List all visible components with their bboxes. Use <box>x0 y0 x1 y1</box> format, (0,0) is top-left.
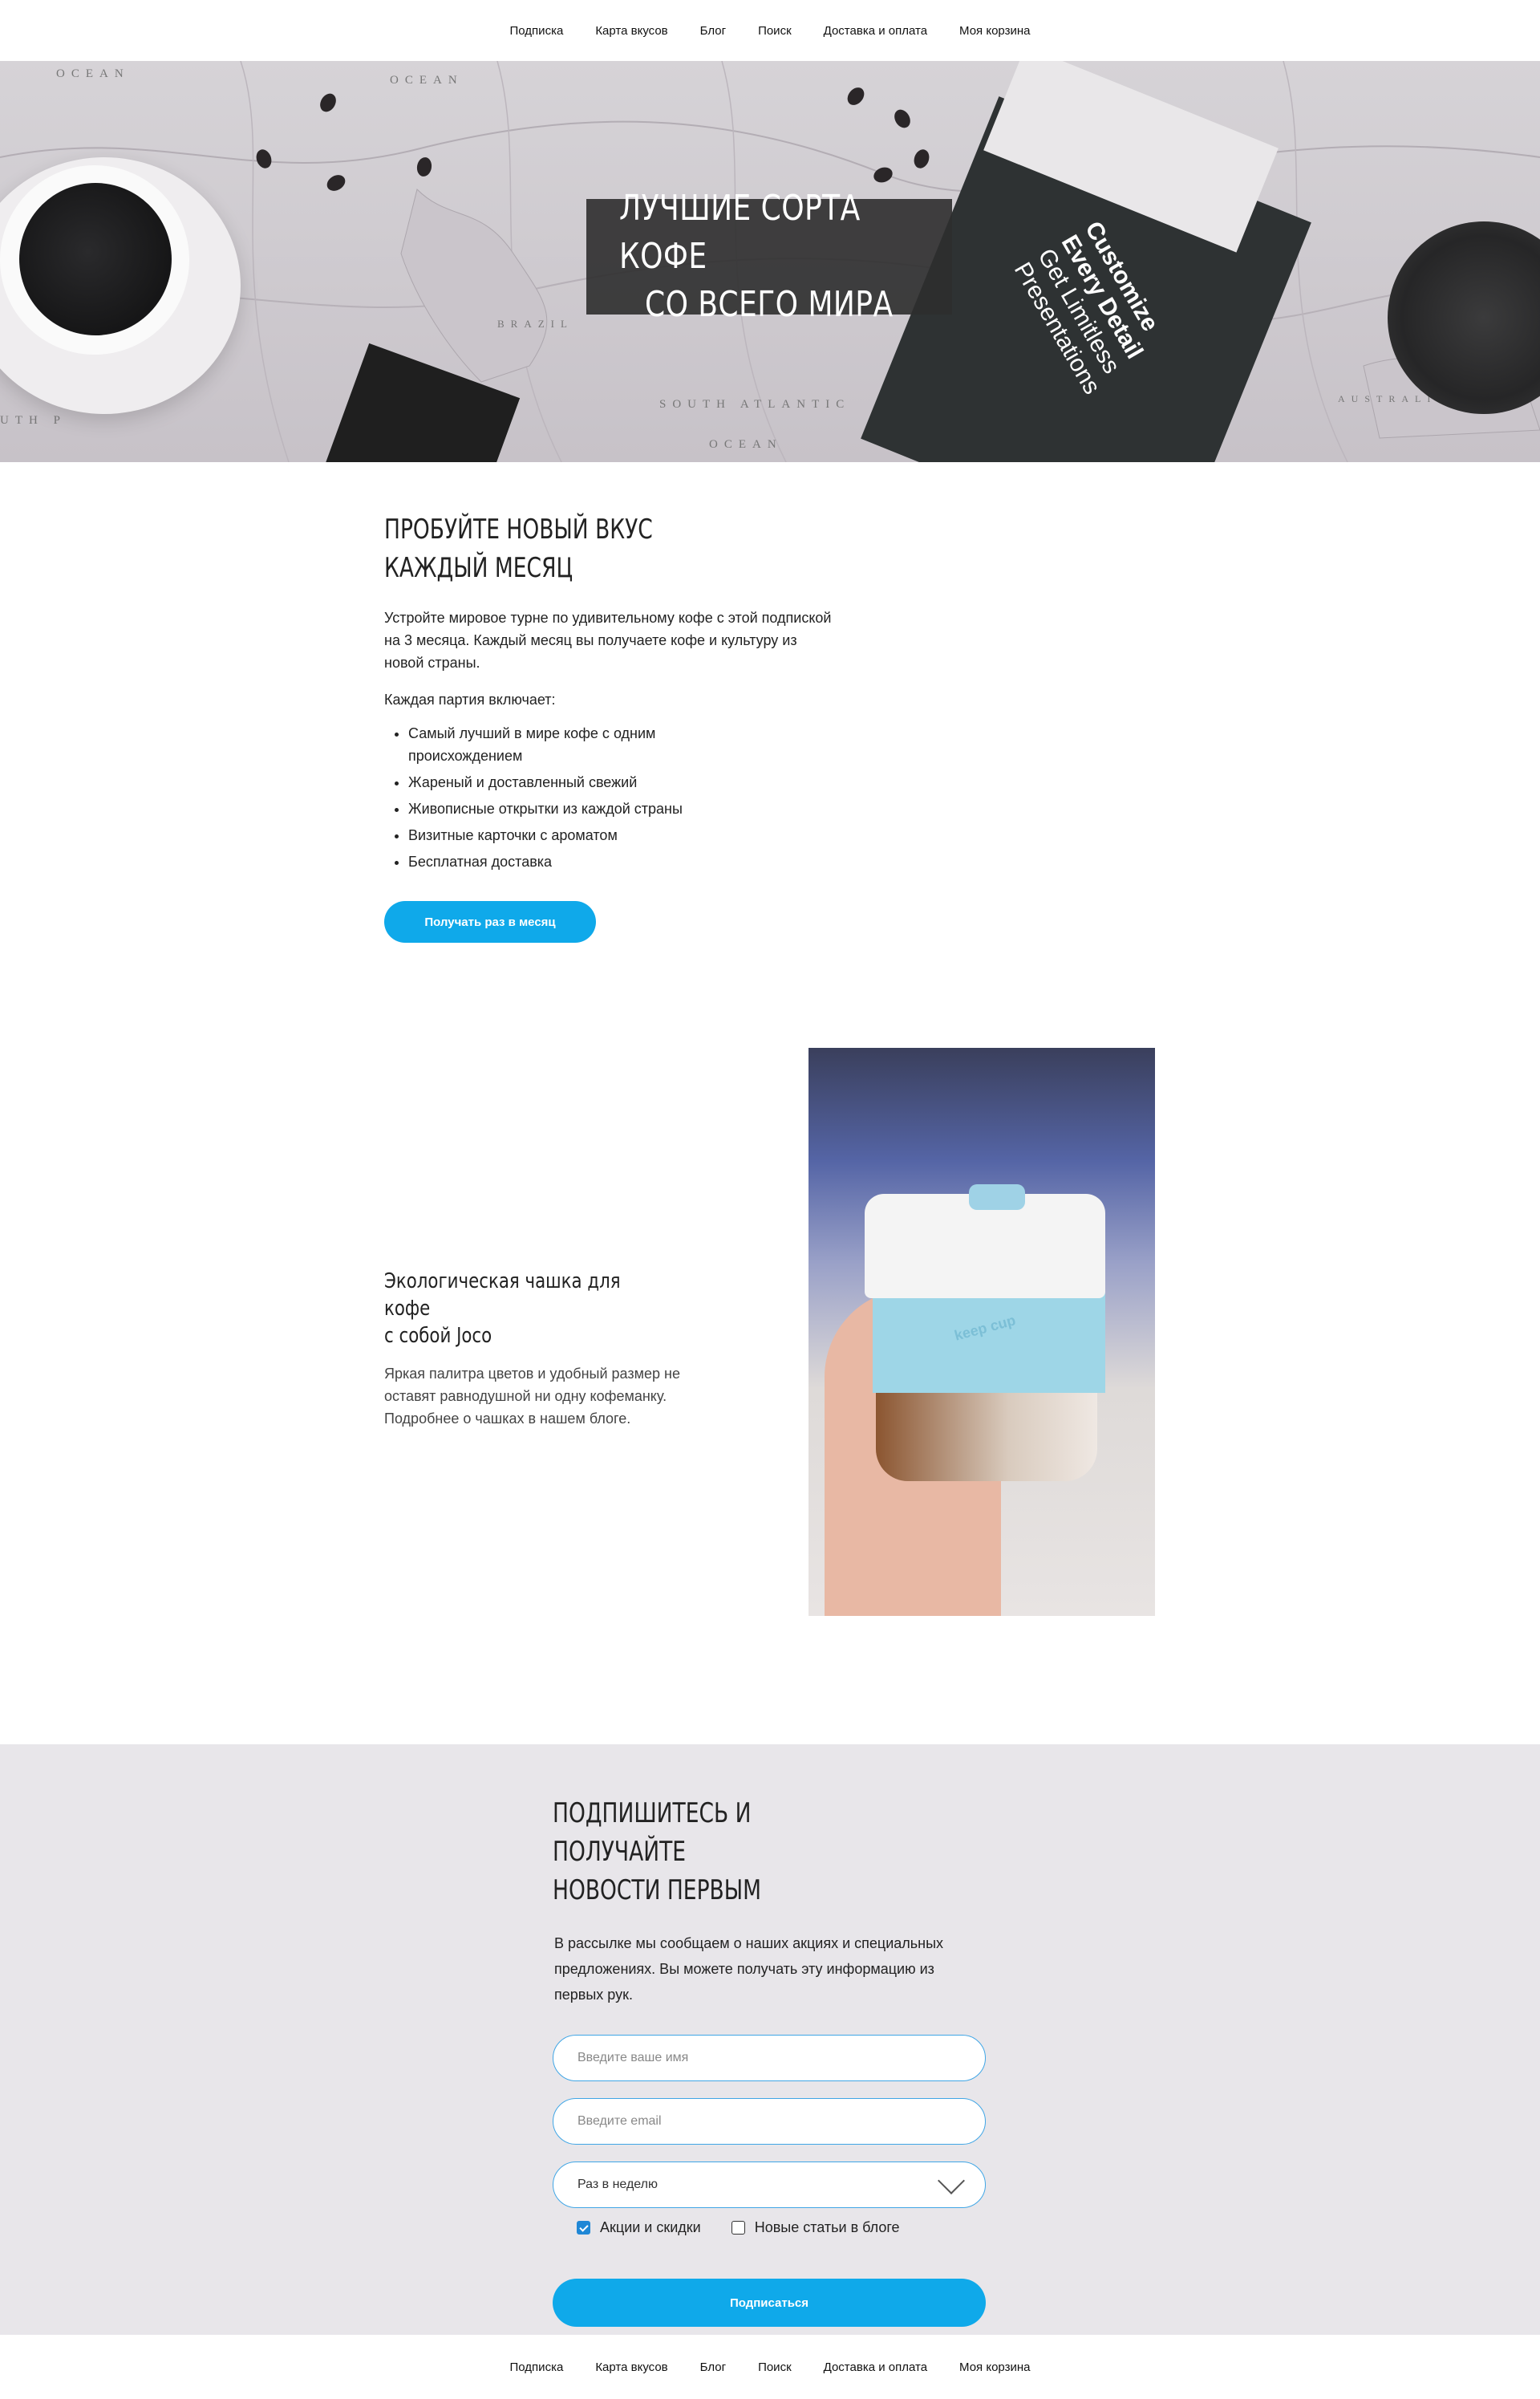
footer-link-search[interactable]: Поиск <box>758 2360 792 2374</box>
eco-title-line1: Экологическая чашка для кофе <box>384 1269 621 1321</box>
cup-body <box>876 1385 1097 1481</box>
map-label-south-pacific: UTH P <box>0 414 67 427</box>
cup-lid-button <box>969 1184 1025 1210</box>
promo-includes-label: Каждая партия включает: <box>384 692 556 708</box>
cup-sleeve <box>873 1289 1105 1393</box>
frequency-select-value: Раз в неделю <box>578 2178 659 2191</box>
eco-cup-section: Экологическая чашка для кофе с собой Joc… <box>384 1268 721 1430</box>
footer-link-cart[interactable]: Моя корзина <box>959 2360 1030 2374</box>
eco-title-line2: с собой Joco <box>384 1324 492 1348</box>
promo-checkbox-label: Акции и скидки <box>600 2219 701 2235</box>
newsletter-title-line2: НОВОСТИ ПЕРВЫМ <box>553 1874 762 1906</box>
newsletter-section: ПОДПИШИТЕСЬ И ПОЛУЧАЙТЕ НОВОСТИ ПЕРВЫМ В… <box>0 1744 1540 2335</box>
blog-checkbox-label: Новые статьи в блоге <box>754 2219 900 2235</box>
footer-link-taste-map[interactable]: Карта вкусов <box>595 2360 667 2374</box>
name-input[interactable]: Введите ваше имя <box>553 2035 986 2081</box>
hero-title-line2: СО ВСЕГО МИРА <box>645 284 894 325</box>
list-item: Живописные открытки из каждой страны <box>408 798 833 820</box>
footer-link-subscription[interactable]: Подписка <box>510 2360 564 2374</box>
map-label-ocean-1: OCEAN <box>56 67 130 80</box>
list-item: Бесплатная доставка <box>408 850 833 873</box>
nav-link-search[interactable]: Поиск <box>758 24 792 38</box>
checkbox-checked-icon[interactable] <box>577 2221 590 2235</box>
footer-link-delivery[interactable]: Доставка и оплата <box>824 2360 927 2374</box>
map-label-south-atlantic: SOUTH ATLANTIC <box>659 398 851 411</box>
newsletter-checkboxes: Акции и скидки Новые статьи в блоге <box>577 2219 900 2236</box>
list-item: Самый лучший в мире кофе с одним происхо… <box>408 722 713 767</box>
frequency-select[interactable]: Раз в неделю <box>553 2162 986 2208</box>
list-item: Жареный и доставленный свежий <box>408 771 833 794</box>
footer-nav: Подписка Карта вкусов Блог Поиск Доставк… <box>0 2335 1540 2399</box>
subscribe-monthly-button[interactable]: Получать раз в месяц <box>384 901 596 943</box>
blog-checkbox[interactable]: Новые статьи в блоге <box>731 2219 900 2236</box>
footer-link-blog[interactable]: Блог <box>700 2360 726 2374</box>
hero-title-line1: ЛУЧШИЕ СОРТА КОФЕ <box>619 188 861 277</box>
hero-banner: OCEAN OCEAN BRAZIL SOUTH ATLANTIC OCEAN … <box>0 61 1540 462</box>
list-item: Визитные карточки с ароматом <box>408 824 833 846</box>
newsletter-description: В рассылке мы сообщаем о наших акциях и … <box>554 1935 944 2003</box>
map-label-brazil: BRAZIL <box>497 318 573 330</box>
hero-title-box: ЛУЧШИЕ СОРТА КОФЕ СО ВСЕГО МИРА <box>586 188 952 325</box>
keep-cup-image: keep cup <box>808 1048 1155 1616</box>
promo-title-line1: ПРОБУЙТЕ НОВЫЙ ВКУС <box>384 513 653 546</box>
newsletter-form: ПОДПИШИТЕСЬ И ПОЛУЧАЙТЕ НОВОСТИ ПЕРВЫМ В… <box>553 1794 986 2327</box>
chevron-down-icon <box>938 2167 965 2194</box>
nav-link-delivery[interactable]: Доставка и оплата <box>824 24 927 38</box>
map-label-ocean-2: OCEAN <box>390 74 464 87</box>
map-label-ocean-3: OCEAN <box>709 438 783 451</box>
main-nav: Подписка Карта вкусов Блог Поиск Доставк… <box>0 0 1540 61</box>
eco-description: Яркая палитра цветов и удобный размер не… <box>384 1366 680 1427</box>
nav-link-subscription[interactable]: Подписка <box>510 24 564 38</box>
checkbox-unchecked-icon[interactable] <box>731 2221 745 2235</box>
email-input[interactable]: Введите email <box>553 2098 986 2145</box>
coffee-surface <box>19 183 172 335</box>
promo-title-line2: КАЖДЫЙ МЕСЯЦ <box>384 552 573 584</box>
subscribe-button[interactable]: Подписаться <box>553 2279 986 2327</box>
subscription-promo: ПРОБУЙТЕ НОВЫЙ ВКУС КАЖДЫЙ МЕСЯЦ Устройт… <box>384 510 833 943</box>
promo-checkbox[interactable]: Акции и скидки <box>577 2219 701 2236</box>
promo-description: Устройте мировое турне по удивительному … <box>384 610 832 671</box>
newsletter-title-line1: ПОДПИШИТЕСЬ И ПОЛУЧАЙТЕ <box>553 1797 752 1868</box>
promo-list: Самый лучший в мире кофе с одним происхо… <box>384 722 833 873</box>
nav-link-taste-map[interactable]: Карта вкусов <box>595 24 667 38</box>
nav-link-blog[interactable]: Блог <box>700 24 726 38</box>
nav-link-cart[interactable]: Моя корзина <box>959 24 1030 38</box>
